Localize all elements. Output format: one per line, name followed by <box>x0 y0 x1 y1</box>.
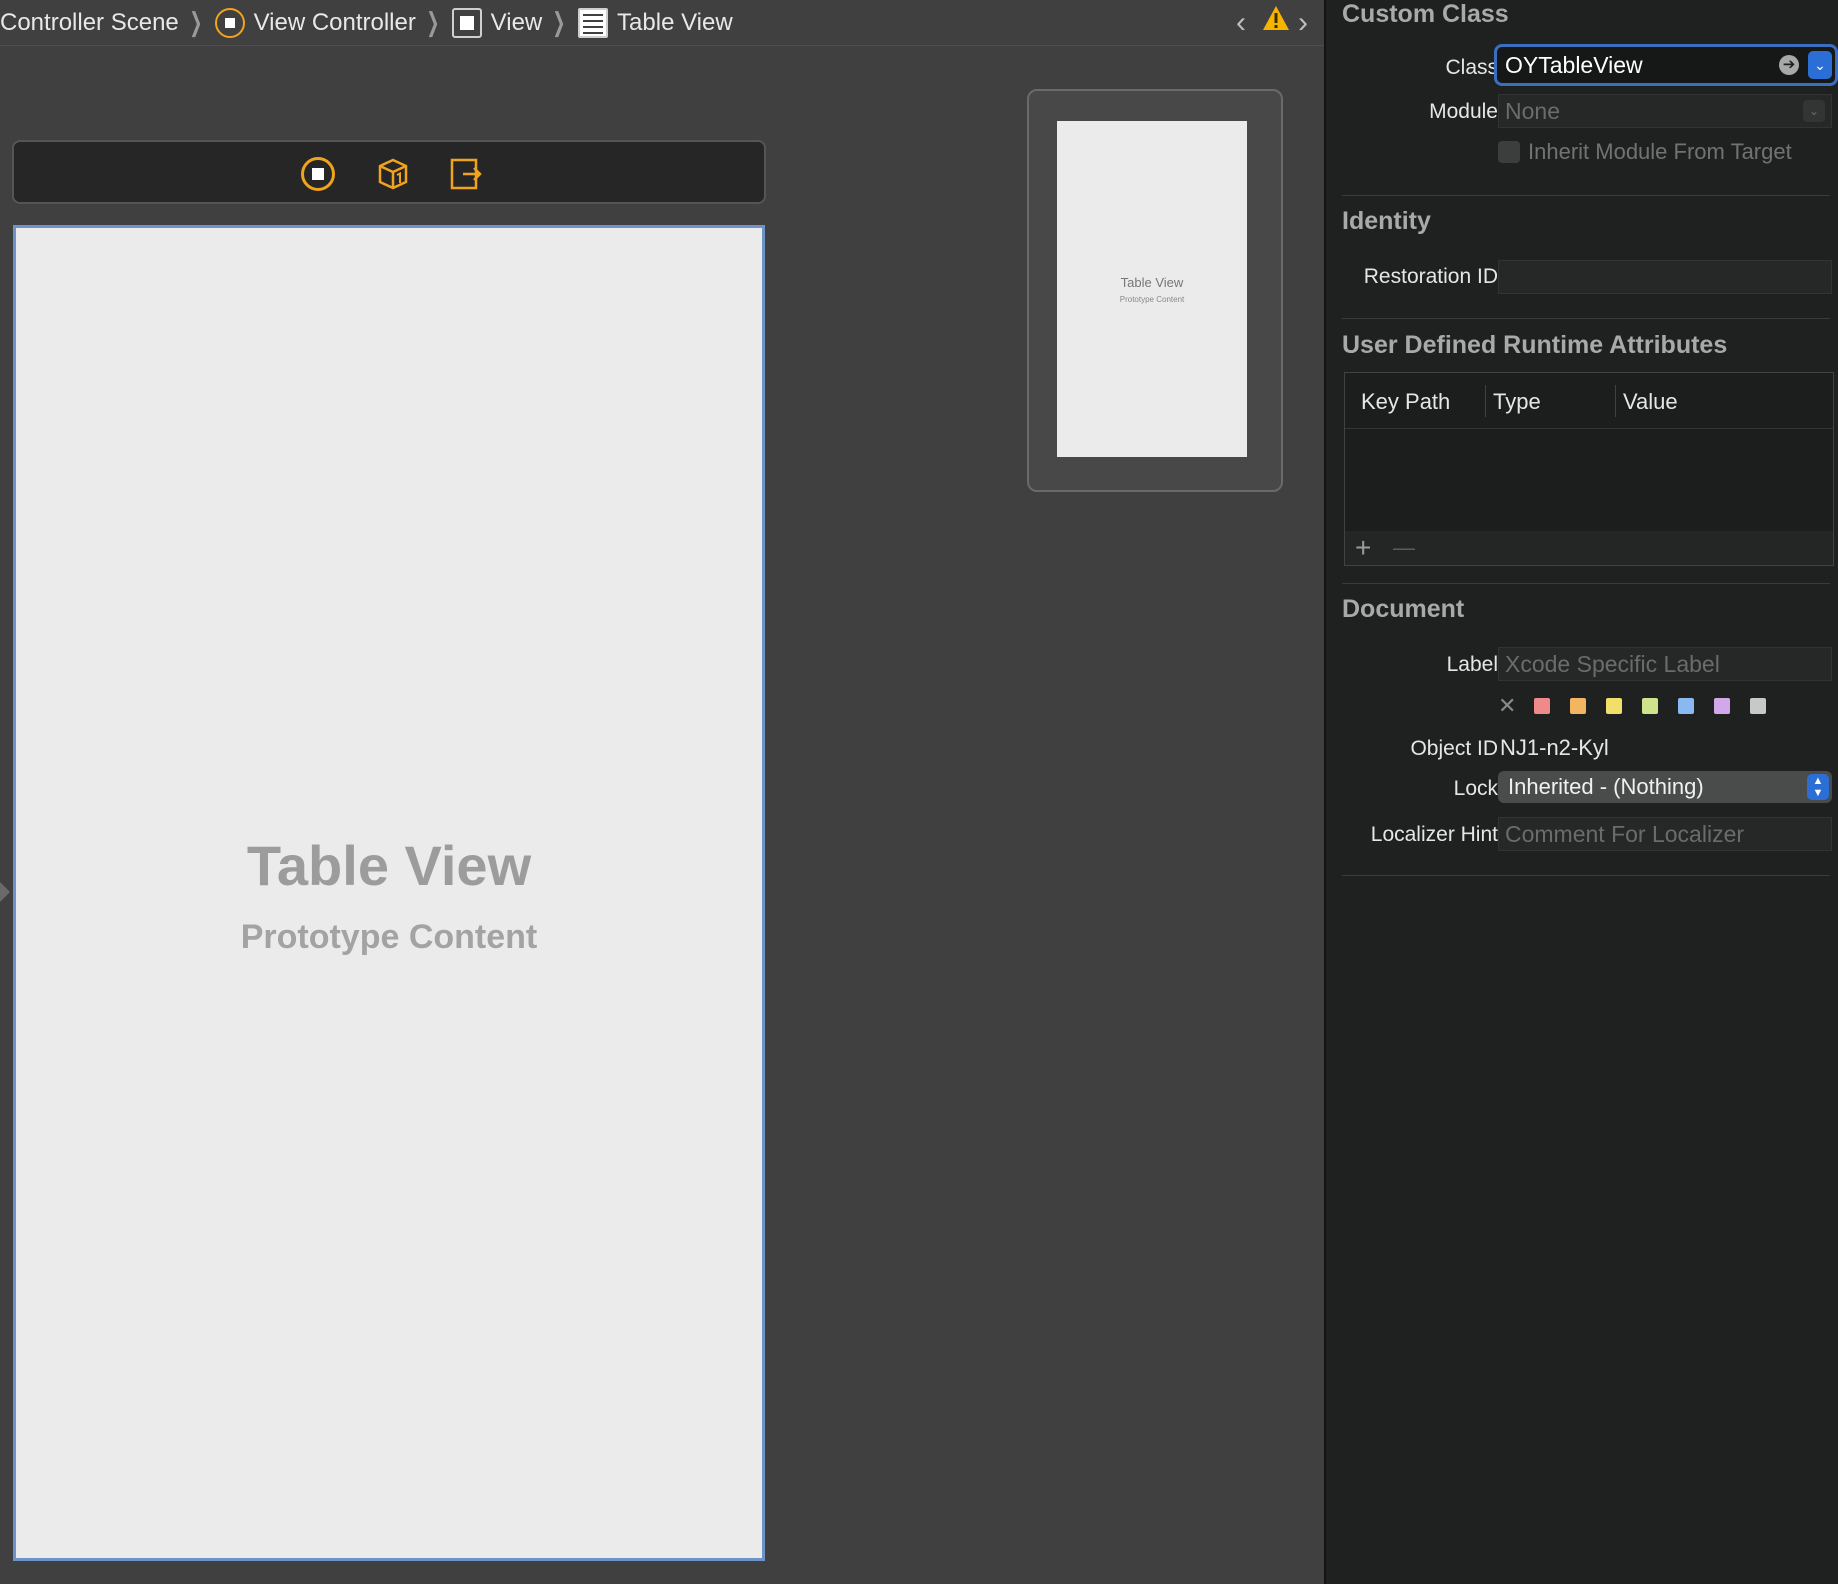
module-label: Module <box>1429 100 1498 123</box>
entry-point-arrow-icon <box>0 882 10 902</box>
column-divider <box>1615 385 1616 417</box>
table-footer: + — <box>1345 531 1833 565</box>
breadcrumb-item-view[interactable]: View <box>451 0 543 46</box>
storyboard-canvas[interactable]: Controller Scene ❯ View Controller ❯ Vie… <box>0 0 1324 1584</box>
section-title-runtime-attributes: User Defined Runtime Attributes <box>1342 331 1728 359</box>
divider <box>1342 875 1830 876</box>
chevron-right-icon: ❯ <box>426 7 440 37</box>
inherit-module-checkbox[interactable] <box>1498 141 1520 163</box>
lock-value: Inherited - (Nothing) <box>1508 774 1704 799</box>
popup-stepper-icon: ▲ ▼ <box>1807 774 1829 800</box>
forward-chevron-icon[interactable]: › <box>1298 0 1308 46</box>
module-popup[interactable]: None ⌄ <box>1498 94 1832 128</box>
view-icon <box>451 7 482 38</box>
color-swatch-yellow[interactable] <box>1606 698 1622 714</box>
label-color-swatches: ✕ <box>1498 695 1786 717</box>
add-attribute-button[interactable]: + <box>1355 531 1371 565</box>
document-label-label: Label <box>1446 653 1498 676</box>
column-header-value[interactable]: Value <box>1623 389 1678 415</box>
localizer-hint-label: Localizer Hint <box>1370 823 1498 846</box>
column-divider <box>1485 385 1486 417</box>
exit-icon[interactable] <box>449 157 483 191</box>
view-controller-icon <box>214 7 245 38</box>
breadcrumb: Controller Scene ❯ View Controller ❯ Vie… <box>0 0 1324 46</box>
color-swatch-purple[interactable] <box>1714 698 1730 714</box>
table-header: Key Path Type Value <box>1345 373 1833 429</box>
color-swatch-orange[interactable] <box>1570 698 1586 714</box>
column-header-type[interactable]: Type <box>1493 389 1541 415</box>
breadcrumb-label: Controller Scene <box>0 8 179 36</box>
view-controller-icon[interactable] <box>301 157 335 191</box>
minimap-title: Table View <box>1120 275 1184 290</box>
breadcrumb-item-view-controller[interactable]: View Controller <box>214 0 416 46</box>
first-responder-cube-icon[interactable] <box>376 157 410 191</box>
prototype-content-label: Prototype Content <box>240 918 538 956</box>
breadcrumb-label: Table View <box>617 8 733 36</box>
clear-color-x-icon[interactable]: ✕ <box>1498 695 1516 717</box>
back-chevron-icon[interactable]: ‹ <box>1236 0 1246 46</box>
section-title-document: Document <box>1342 595 1465 623</box>
module-placeholder: None <box>1505 98 1560 124</box>
table-view-icon <box>578 7 609 38</box>
breadcrumb-item-table-view[interactable]: Table View <box>578 0 733 46</box>
table-view-title: Table View <box>246 834 532 897</box>
object-id-label: Object ID <box>1410 737 1498 760</box>
remove-attribute-button[interactable]: — <box>1393 531 1415 565</box>
restoration-id-label: Restoration ID <box>1363 265 1498 288</box>
identity-inspector: Custom Class Class OYTableView ➔ ⌄ Modul… <box>1324 0 1838 1584</box>
class-input[interactable]: OYTableView ➔ ⌄ <box>1494 44 1838 86</box>
lock-label: Lock <box>1453 777 1498 800</box>
color-swatch-blue[interactable] <box>1678 698 1694 714</box>
class-label: Class <box>1445 56 1498 79</box>
table-view-canvas[interactable]: Table View Prototype Content <box>13 225 765 1561</box>
minimap-subtitle: Prototype Content <box>1119 295 1185 304</box>
restoration-id-input[interactable] <box>1498 260 1832 294</box>
go-to-class-arrow-icon[interactable]: ➔ <box>1779 55 1799 75</box>
color-swatch-green[interactable] <box>1642 698 1658 714</box>
divider <box>1342 583 1830 584</box>
warning-icon[interactable] <box>1262 5 1290 31</box>
class-value: OYTableView <box>1505 52 1643 78</box>
chevron-right-icon: ❯ <box>552 7 566 37</box>
inherit-module-label: Inherit Module From Target <box>1528 139 1792 164</box>
section-title-identity: Identity <box>1342 207 1431 235</box>
breadcrumb-item-controller-scene[interactable]: Controller Scene <box>0 0 179 46</box>
minimap[interactable]: Table View Prototype Content <box>1027 89 1283 492</box>
class-dropdown-chevron-icon[interactable]: ⌄ <box>1808 51 1832 79</box>
lock-popup[interactable]: Inherited - (Nothing) ▲ ▼ <box>1498 771 1832 803</box>
localizer-hint-input[interactable]: Comment For Localizer <box>1498 817 1832 851</box>
object-id-value: NJ1-n2-Kyl <box>1500 735 1609 760</box>
scene-dock <box>12 140 766 204</box>
divider <box>1342 195 1830 196</box>
section-title-custom-class: Custom Class <box>1342 0 1509 28</box>
divider <box>1342 318 1830 319</box>
chevron-right-icon: ❯ <box>189 7 203 37</box>
color-swatch-red[interactable] <box>1534 698 1550 714</box>
column-header-key-path[interactable]: Key Path <box>1361 389 1450 415</box>
module-dropdown-chevron-icon[interactable]: ⌄ <box>1803 100 1825 122</box>
runtime-attributes-table[interactable]: Key Path Type Value + — <box>1344 372 1834 566</box>
color-swatch-gray[interactable] <box>1750 698 1766 714</box>
breadcrumb-label: View <box>490 8 543 36</box>
minimap-screen: Table View Prototype Content <box>1057 121 1247 457</box>
breadcrumb-label: View Controller <box>253 8 416 36</box>
document-label-input[interactable]: Xcode Specific Label <box>1498 647 1832 681</box>
